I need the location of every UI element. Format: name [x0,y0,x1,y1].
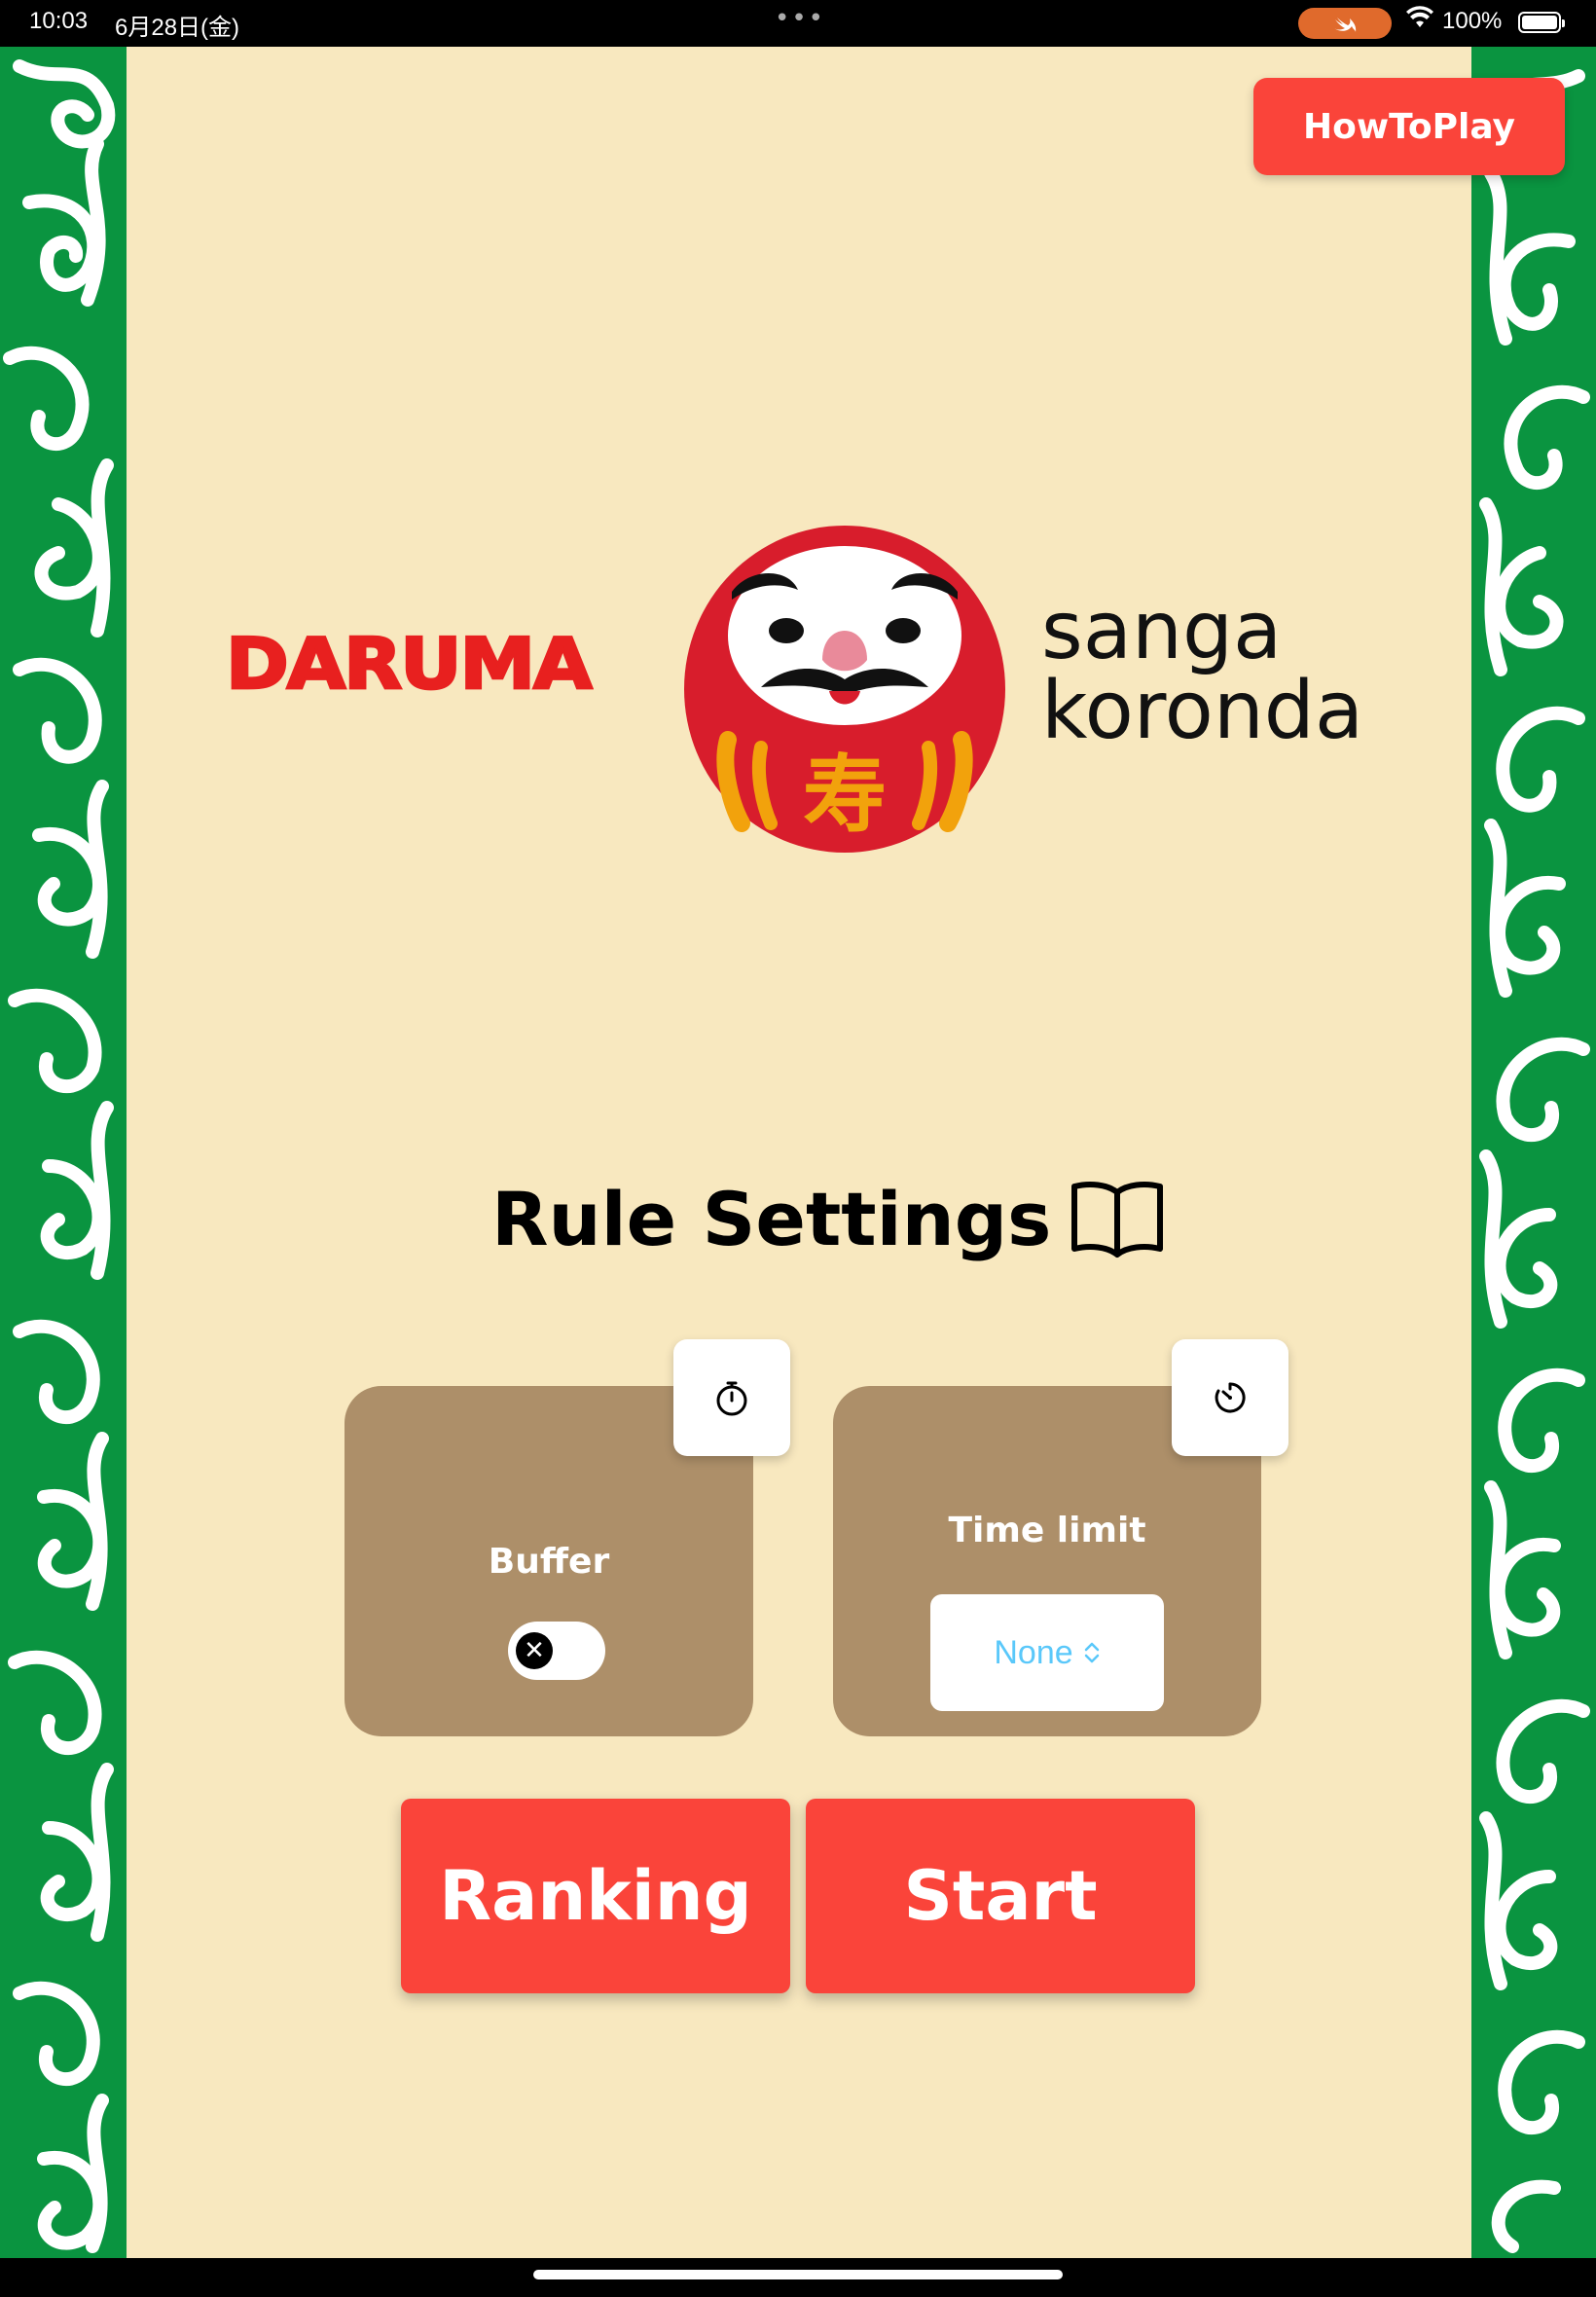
time-limit-value: None [994,1633,1073,1671]
time-limit-label: Time limit [948,1511,1146,1550]
timer-icon [1215,1382,1246,1413]
home-screen: HowToPlay DARUMA 寿 sanga koronda Rule Se… [0,47,1596,2258]
swift-icon [1334,17,1357,32]
wifi-icon [1405,6,1434,35]
swift-playgrounds-pill[interactable] [1298,8,1392,39]
buffer-toggle[interactable]: ✕ [508,1622,605,1680]
time-limit-select[interactable]: None [930,1594,1164,1711]
status-time: 10:03 [29,8,89,34]
buffer-label: Buffer [488,1542,610,1582]
start-button[interactable]: Start [806,1799,1195,1993]
status-date: 6月28日(金) [115,15,240,41]
right-swirl-border [1471,47,1596,2258]
open-book-icon [1071,1181,1164,1258]
left-swirl-border [0,47,127,2258]
chevron-up-down-icon [1083,1640,1101,1665]
buffer-badge [673,1339,790,1456]
stopwatch-icon [716,1381,747,1416]
logo-koronda-text: koronda [1041,665,1364,757]
logo-sanga-koronda: sanga koronda [1041,592,1363,751]
rule-settings-label: Rule Settings [491,1176,1052,1262]
kotobuki-kanji: 寿 [803,747,887,844]
battery-icon [1518,12,1565,33]
battery-percent: 100% [1442,8,1503,34]
status-bar: 10:03 6月28日(金) ••• 100% [0,0,1596,47]
how-to-play-button[interactable]: HowToPlay [1253,78,1565,175]
multitasking-dots[interactable]: ••• [775,4,825,33]
time-limit-badge [1172,1339,1288,1456]
swirl-pattern-icon [3,59,116,2253]
toggle-off-x-icon: ✕ [516,1632,553,1669]
bottom-bar [0,2258,1596,2297]
daruma-doll-icon: 寿 [684,526,1005,853]
home-indicator[interactable] [533,2270,1063,2279]
swirl-pattern-icon [1478,69,1590,2253]
logo-sanga-text: sanga [1041,585,1283,677]
rule-settings-title: Rule Settings [491,1176,1166,1262]
ranking-button[interactable]: Ranking [401,1799,790,1993]
logo-daruma-text: DARUMA [225,623,594,707]
